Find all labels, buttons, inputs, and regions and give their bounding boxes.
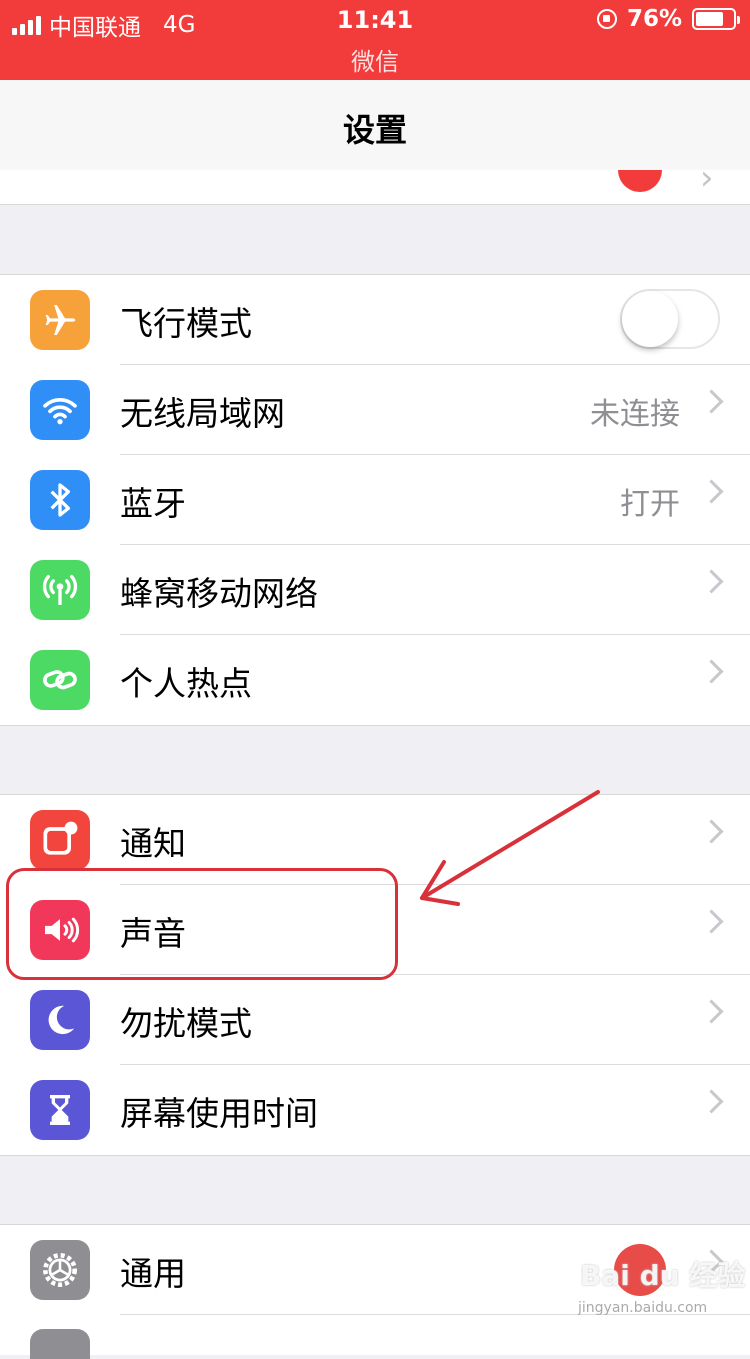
watermark-text: Bai du 经验 — [580, 1259, 746, 1292]
watermark-sub: jingyan.baidu.com — [578, 1300, 708, 1316]
annotation-arrow-icon — [420, 790, 600, 906]
